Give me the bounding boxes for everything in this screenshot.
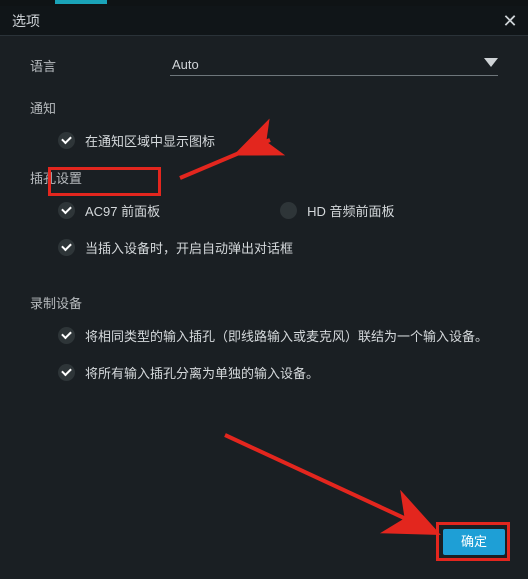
ok-button[interactable]: 确定	[443, 529, 505, 555]
dialog-header: 选项 ✕	[0, 6, 528, 36]
record-separate-row: 将所有输入插孔分离为单独的输入设备。	[58, 363, 498, 382]
jack-header: 插孔设置	[30, 168, 498, 187]
record-header: 录制设备	[30, 293, 498, 312]
record-combine-row: 将相同类型的输入插孔（即线路输入或麦克风）联结为一个输入设备。	[58, 326, 498, 345]
jack-hd-checkbox[interactable]	[280, 202, 297, 219]
jack-panel-row: AC97 前面板 HD 音频前面板	[58, 201, 498, 220]
language-select[interactable]: Auto	[170, 54, 498, 76]
language-row: 语言 Auto	[30, 54, 498, 76]
record-combine-checkbox[interactable]	[58, 327, 75, 344]
jack-hd-item: HD 音频前面板	[280, 201, 394, 220]
dialog-body: 语言 Auto 通知 在通知区域中显示图标 插孔设置 AC97 前面板 HD 音…	[0, 36, 528, 382]
jack-autopopup-checkbox[interactable]	[58, 239, 75, 256]
chevron-down-icon	[484, 58, 498, 67]
notify-header: 通知	[30, 98, 498, 117]
language-label: 语言	[30, 56, 170, 75]
notify-tray-checkbox[interactable]	[58, 132, 75, 149]
jack-ac97-label: AC97 前面板	[85, 201, 160, 220]
notify-tray-label: 在通知区域中显示图标	[85, 131, 215, 150]
jack-ac97-item: AC97 前面板	[58, 201, 160, 220]
close-button[interactable]: ✕	[498, 9, 522, 33]
dialog-title: 选项	[12, 11, 40, 31]
record-separate-label: 将所有输入插孔分离为单独的输入设备。	[85, 363, 319, 382]
language-value: Auto	[172, 57, 199, 72]
jack-autopopup-row: 当插入设备时，开启自动弹出对话框	[58, 238, 498, 257]
notify-tray-row: 在通知区域中显示图标	[58, 131, 498, 150]
tab-accent	[55, 0, 107, 4]
jack-hd-label: HD 音频前面板	[307, 201, 394, 220]
record-separate-checkbox[interactable]	[58, 364, 75, 381]
jack-autopopup-label: 当插入设备时，开启自动弹出对话框	[85, 238, 293, 257]
record-combine-label: 将相同类型的输入插孔（即线路输入或麦克风）联结为一个输入设备。	[85, 326, 488, 345]
jack-ac97-checkbox[interactable]	[58, 202, 75, 219]
